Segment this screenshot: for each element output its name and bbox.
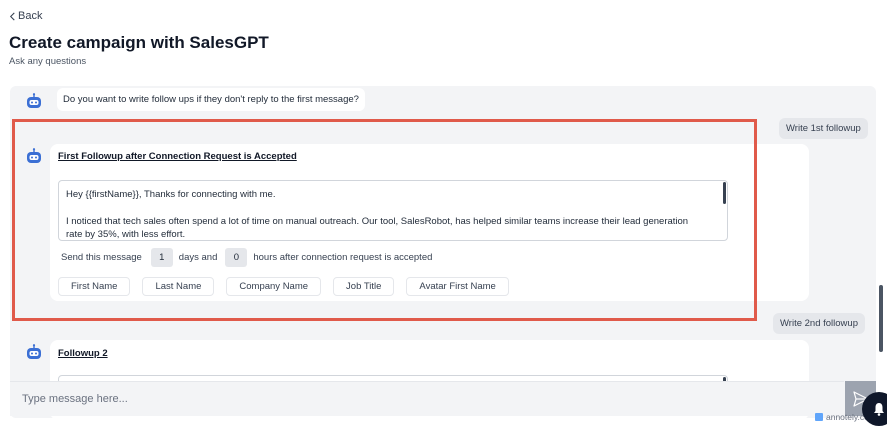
chat-panel: Do you want to write follow ups if they … (10, 86, 876, 418)
variable-chip-company-name[interactable]: Company Name (226, 277, 322, 296)
message-composer (10, 381, 844, 416)
page-scrollbar[interactable] (879, 285, 883, 352)
message-line-greeting: Hey {{firstName}}, Thanks for connecting… (66, 189, 276, 200)
bell-icon (874, 403, 884, 416)
hours-input[interactable]: 0 (225, 248, 248, 267)
followup-2-title: Followup 2 (58, 348, 108, 359)
write-1st-followup-button[interactable]: Write 1st followup (779, 118, 868, 139)
send-timing-row: Send this message 1 days and 0 hours aft… (61, 248, 432, 267)
bot-question-message: Do you want to write follow ups if they … (57, 88, 365, 111)
message-input[interactable] (22, 393, 844, 405)
hours-label: hours after connection request is accept… (253, 252, 433, 263)
bot-avatar-icon (25, 344, 43, 360)
back-label: Back (18, 10, 43, 22)
chevron-left-icon (9, 12, 15, 20)
message-line-pitch: I noticed that tech sales often spend a … (66, 215, 689, 241)
page-subtitle: Ask any questions (9, 56, 87, 67)
variable-chip-last-name[interactable]: Last Name (142, 277, 215, 296)
write-2nd-followup-button[interactable]: Write 2nd followup (773, 313, 865, 334)
followup-1-title: First Followup after Connection Request … (58, 151, 297, 162)
send-label: Send this message (61, 252, 142, 263)
followup-1-card: First Followup after Connection Request … (50, 144, 809, 301)
days-label: days and (178, 252, 218, 263)
bot-avatar-icon (25, 148, 43, 164)
variable-chip-first-name[interactable]: First Name (58, 277, 131, 296)
annotely-logo-icon (815, 413, 823, 421)
page-title: Create campaign with SalesGPT (9, 33, 269, 52)
variable-chip-job-title[interactable]: Job Title (333, 277, 395, 296)
back-link[interactable]: Back (9, 10, 42, 22)
variable-chips: First Name Last Name Company Name Job Ti… (58, 277, 509, 296)
days-input[interactable]: 1 (150, 248, 173, 267)
editor-scrollbar[interactable] (723, 182, 726, 204)
bot-avatar-icon (25, 93, 43, 109)
variable-chip-avatar-first-name[interactable]: Avatar First Name (406, 277, 509, 296)
followup-1-message-editor[interactable]: Hey {{firstName}}, Thanks for connecting… (58, 180, 728, 241)
